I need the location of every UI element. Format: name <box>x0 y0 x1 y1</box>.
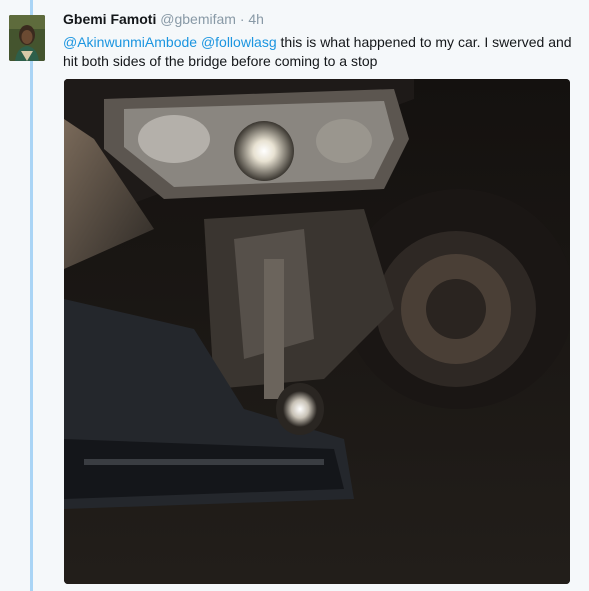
damaged-car-photo <box>64 79 570 584</box>
avatar[interactable] <box>9 15 45 61</box>
tweet[interactable]: Gbemi Famoti @gbemifam · 4h @AkinwunmiAm… <box>0 0 589 591</box>
tweet-timestamp[interactable]: 4h <box>248 11 264 27</box>
avatar-image <box>9 15 45 61</box>
mention-link[interactable]: @AkinwunmiAmbode <box>63 34 197 50</box>
tweet-text: @AkinwunmiAmbode @followlasg this is wha… <box>63 33 573 71</box>
author-handle[interactable]: @gbemifam <box>160 11 236 27</box>
header-separator: · <box>239 11 245 27</box>
tweet-photo[interactable] <box>64 79 570 584</box>
author-name[interactable]: Gbemi Famoti <box>63 11 156 27</box>
tweet-header: Gbemi Famoti @gbemifam · 4h <box>63 10 264 28</box>
mention-link[interactable]: @followlasg <box>201 34 277 50</box>
